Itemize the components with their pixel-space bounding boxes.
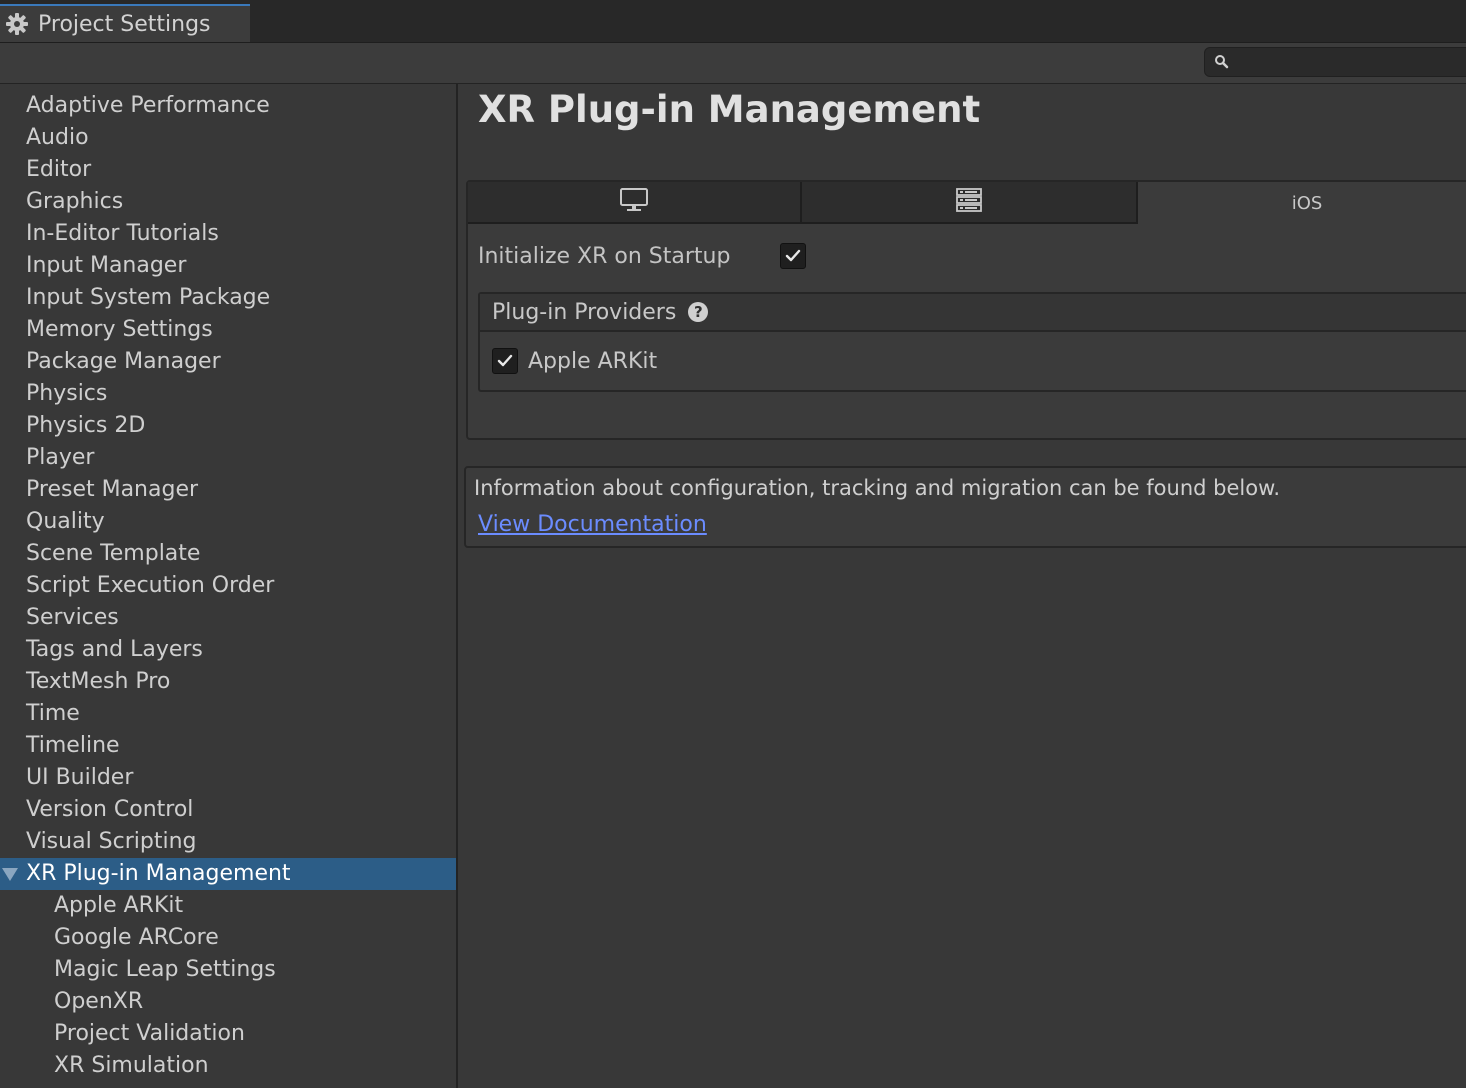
- sidebar-item[interactable]: Quality: [0, 506, 456, 538]
- sidebar-item-label: UI Builder: [26, 765, 134, 790]
- sidebar-item[interactable]: Physics: [0, 378, 456, 410]
- toolbar: [0, 43, 1466, 84]
- sidebar-item[interactable]: Input Manager: [0, 250, 456, 282]
- sidebar-item[interactable]: Physics 2D: [0, 410, 456, 442]
- desktop-monitor-icon: [619, 187, 649, 217]
- sidebar-item[interactable]: Magic Leap Settings: [0, 954, 456, 986]
- sidebar-item-label: Memory Settings: [26, 317, 213, 342]
- sidebar-item-label: Physics 2D: [26, 413, 146, 438]
- sidebar-item[interactable]: Input System Package: [0, 282, 456, 314]
- settings-sidebar: Adaptive Performance Audio Editor Graphics I…: [0, 84, 458, 1088]
- sidebar-item-label: Adaptive Performance: [26, 93, 270, 118]
- sidebar-item-label: XR Simulation: [54, 1053, 209, 1078]
- sidebar-item-label: XR Plug-in Management: [26, 861, 291, 886]
- sidebar-item[interactable]: Services: [0, 602, 456, 634]
- sidebar-item-label: Magic Leap Settings: [54, 957, 276, 982]
- initialize-xr-checkbox[interactable]: [780, 243, 806, 269]
- sidebar-item-label: TextMesh Pro: [26, 669, 171, 694]
- sidebar-item[interactable]: Timeline: [0, 730, 456, 762]
- apple-arkit-label: Apple ARKit: [528, 348, 658, 374]
- gear-icon: [4, 11, 30, 37]
- sidebar-item-label: Input Manager: [26, 253, 187, 278]
- checkmark-icon: [785, 249, 801, 262]
- sidebar-item[interactable]: Player: [0, 442, 456, 474]
- server-rack-icon: [956, 187, 982, 217]
- sidebar-item-label: Timeline: [26, 733, 120, 758]
- sidebar-item[interactable]: Version Control: [0, 794, 456, 826]
- sidebar-item[interactable]: Preset Manager: [0, 474, 456, 506]
- view-documentation-link[interactable]: View Documentation: [478, 512, 707, 537]
- sidebar-item-label: Audio: [26, 125, 89, 150]
- sidebar-item-label: OpenXR: [54, 989, 144, 1014]
- sidebar-item[interactable]: Visual Scripting: [0, 826, 456, 858]
- platform-tabs: iOS: [468, 182, 1466, 224]
- sidebar-item[interactable]: Audio: [0, 122, 456, 154]
- help-icon[interactable]: ?: [688, 302, 709, 322]
- provider-apple-arkit: Apple ARKit: [492, 348, 657, 374]
- search-input[interactable]: [1237, 50, 1466, 76]
- plugin-providers-box: Plug-in Providers ? Apple ARKit: [478, 292, 1466, 392]
- sidebar-item-label: Preset Manager: [26, 477, 199, 502]
- initialize-xr-row: Initialize XR on Startup: [478, 240, 806, 272]
- tab-ios-label: iOS: [1291, 192, 1323, 214]
- apple-arkit-checkbox[interactable]: [492, 348, 518, 374]
- sidebar-item[interactable]: OpenXR: [0, 986, 456, 1018]
- tab-desktop[interactable]: [468, 182, 802, 224]
- sidebar-item[interactable]: XR Simulation: [0, 1050, 456, 1082]
- sidebar-item-label: Visual Scripting: [26, 829, 197, 854]
- sidebar-item[interactable]: Apple ARKit: [0, 890, 456, 922]
- window-tab-strip: Project Settings: [0, 0, 1466, 43]
- sidebar-item-label: Input System Package: [26, 285, 271, 310]
- window-tab-title: Project Settings: [38, 11, 211, 37]
- sidebar-item-label: Services: [26, 605, 119, 630]
- project-settings-window-tab[interactable]: Project Settings: [0, 4, 250, 42]
- sidebar-item[interactable]: UI Builder: [0, 762, 456, 794]
- sidebar-item-label: Scene Template: [26, 541, 201, 566]
- expand-arrow-icon[interactable]: [2, 868, 18, 881]
- tab-ios[interactable]: iOS: [1136, 182, 1466, 224]
- sidebar-item-label: Quality: [26, 509, 105, 534]
- sidebar-item-label: Time: [26, 701, 80, 726]
- sidebar-item[interactable]: Time: [0, 698, 456, 730]
- sidebar-item[interactable]: Graphics: [0, 186, 456, 218]
- sidebar-item[interactable]: Project Validation: [0, 1018, 456, 1050]
- sidebar-item[interactable]: Tags and Layers: [0, 634, 456, 666]
- sidebar-item-label: Apple ARKit: [54, 893, 184, 918]
- info-text: Information about configuration, trackin…: [474, 476, 1280, 500]
- info-box: Information about configuration, trackin…: [464, 466, 1466, 548]
- sidebar-item[interactable]: Adaptive Performance: [0, 90, 456, 122]
- plugin-providers-header: Plug-in Providers ?: [480, 294, 1466, 332]
- tab-server[interactable]: [802, 182, 1136, 224]
- sidebar-item-label: Physics: [26, 381, 108, 406]
- search-icon: [1213, 53, 1231, 71]
- search-field[interactable]: [1204, 47, 1466, 77]
- sidebar-item-label: Version Control: [26, 797, 194, 822]
- sidebar-item-label: Tags and Layers: [26, 637, 203, 662]
- sidebar-item-label: Editor: [26, 157, 92, 182]
- sidebar-item-label: In-Editor Tutorials: [26, 221, 219, 246]
- sidebar-item[interactable]: TextMesh Pro: [0, 666, 456, 698]
- sidebar-item-label: Package Manager: [26, 349, 221, 374]
- sidebar-item[interactable]: Editor: [0, 154, 456, 186]
- checkmark-icon: [497, 354, 513, 367]
- sidebar-item[interactable]: XR Plug-in Management: [0, 858, 456, 890]
- sidebar-item[interactable]: In-Editor Tutorials: [0, 218, 456, 250]
- platform-settings-panel: iOS Initialize XR on Startup Plug-in Pro…: [466, 180, 1466, 440]
- initialize-xr-label: Initialize XR on Startup: [478, 243, 731, 269]
- sidebar-item-label: Project Validation: [54, 1021, 245, 1046]
- main-content: XR Plug-in Management iOS Initialize XR …: [458, 84, 1466, 1088]
- sidebar-item-label: Player: [26, 445, 95, 470]
- page-title: XR Plug-in Management: [478, 88, 981, 131]
- sidebar-item-label: Graphics: [26, 189, 124, 214]
- sidebar-item-label: Script Execution Order: [26, 573, 275, 598]
- plugin-providers-title: Plug-in Providers: [492, 299, 677, 325]
- sidebar-item[interactable]: Package Manager: [0, 346, 456, 378]
- sidebar-item[interactable]: Scene Template: [0, 538, 456, 570]
- sidebar-item[interactable]: Google ARCore: [0, 922, 456, 954]
- sidebar-item-label: Google ARCore: [54, 925, 219, 950]
- sidebar-item[interactable]: Script Execution Order: [0, 570, 456, 602]
- sidebar-item[interactable]: Memory Settings: [0, 314, 456, 346]
